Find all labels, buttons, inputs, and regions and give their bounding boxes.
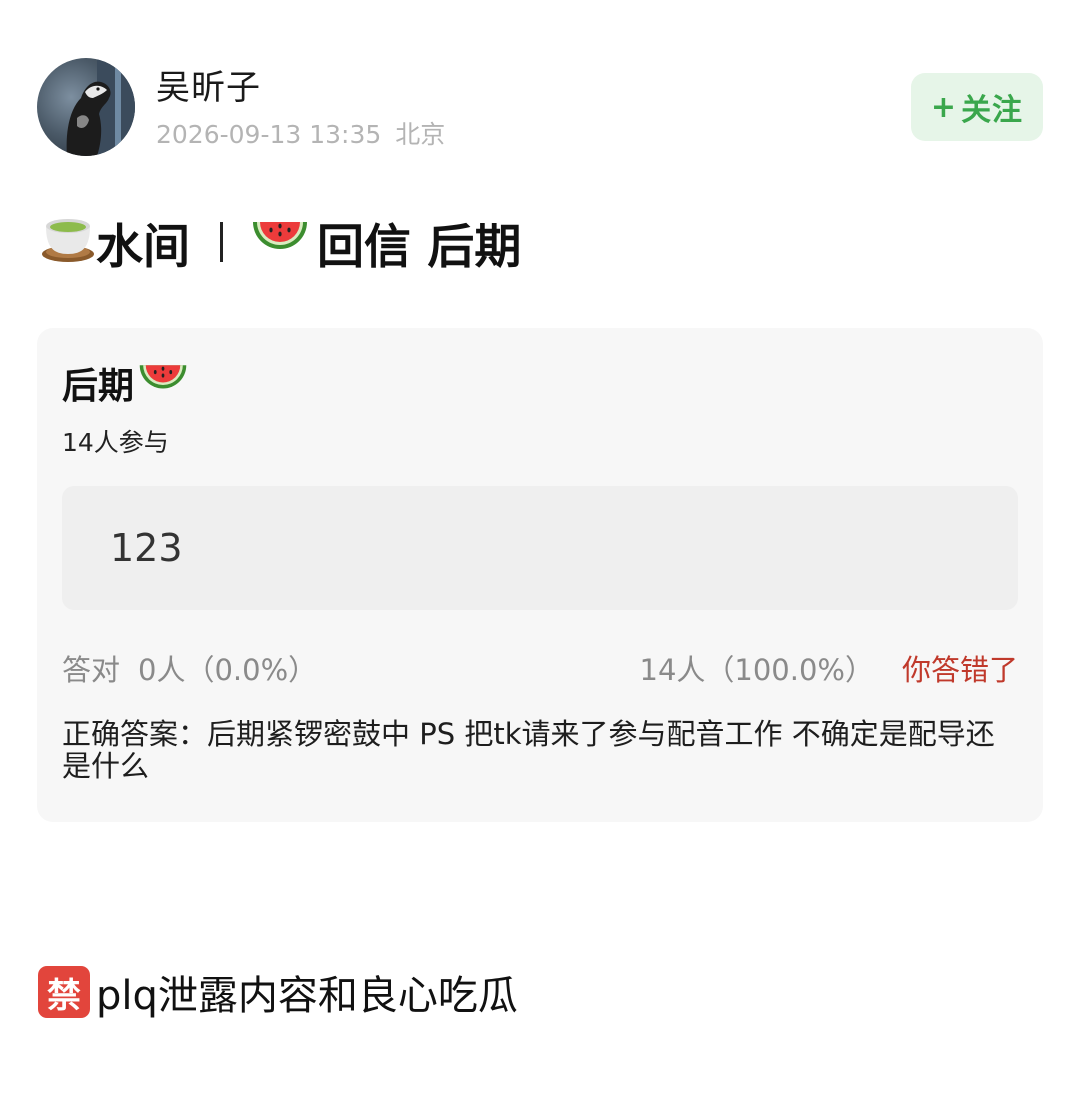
author-name[interactable]: 吴昕子 [156,66,261,110]
watermelon-icon [251,215,309,270]
quiz-option[interactable]: 123 [62,486,1018,610]
footer-text: plq泄露内容和良心吃瓜 [96,973,518,1019]
quiz-stats: 答对 0人（0.0%） 14人（100.0%） 你答错了 [62,650,1018,690]
quiz-participant-count: 14人参与 [62,428,169,457]
title-divider [220,222,223,262]
wrong-status: 你答错了 [901,653,1018,687]
footer-line: 禁 plq泄露内容和良心吃瓜 [38,965,518,1019]
prohibited-badge-icon: 禁 [38,966,90,1018]
quiz-title-text: 后期 [62,366,135,407]
quiz-correct-answer: 正确答案：后期紧锣密鼓中 PS 把tk请来了参与配音工作 不确定是配导还是什么 [62,717,995,783]
correct-label: 答对 [62,653,121,687]
quiz-wrong-stats: 14人（100.0%） 你答错了 [640,650,1019,690]
post-timestamp: 2026-09-13 13:35 [156,120,382,149]
quiz-card: 后期 14人参与 123 答对 0人（0.0%） 14人（100.0%） 你答错… [37,328,1043,822]
post-meta: 2026-09-13 13:35 北京 [156,118,445,152]
quiz-option-text: 123 [110,526,183,570]
post-location: 北京 [395,120,446,149]
post-page: 吴昕子 2026-09-13 13:35 北京 + 关注 水间 回信 后期 后期… [0,0,1080,1097]
author-avatar[interactable] [37,58,135,156]
plus-icon: + [930,89,958,125]
tea-cup-icon [40,208,96,276]
post-title: 水间 回信 后期 [40,212,521,275]
correct-count: 0人（0.0%） [138,653,318,687]
quiz-title: 后期 [62,360,188,407]
follow-button[interactable]: + 关注 [911,73,1043,141]
watermelon-icon [138,361,188,406]
quiz-correct-stats: 答对 0人（0.0%） [62,650,317,690]
avatar-image [66,58,135,156]
title-part-2: 回信 后期 [317,219,522,275]
follow-label: 关注 [961,93,1024,128]
wrong-count: 14人（100.0%） [639,653,874,687]
title-part-1: 水间 [96,219,190,275]
